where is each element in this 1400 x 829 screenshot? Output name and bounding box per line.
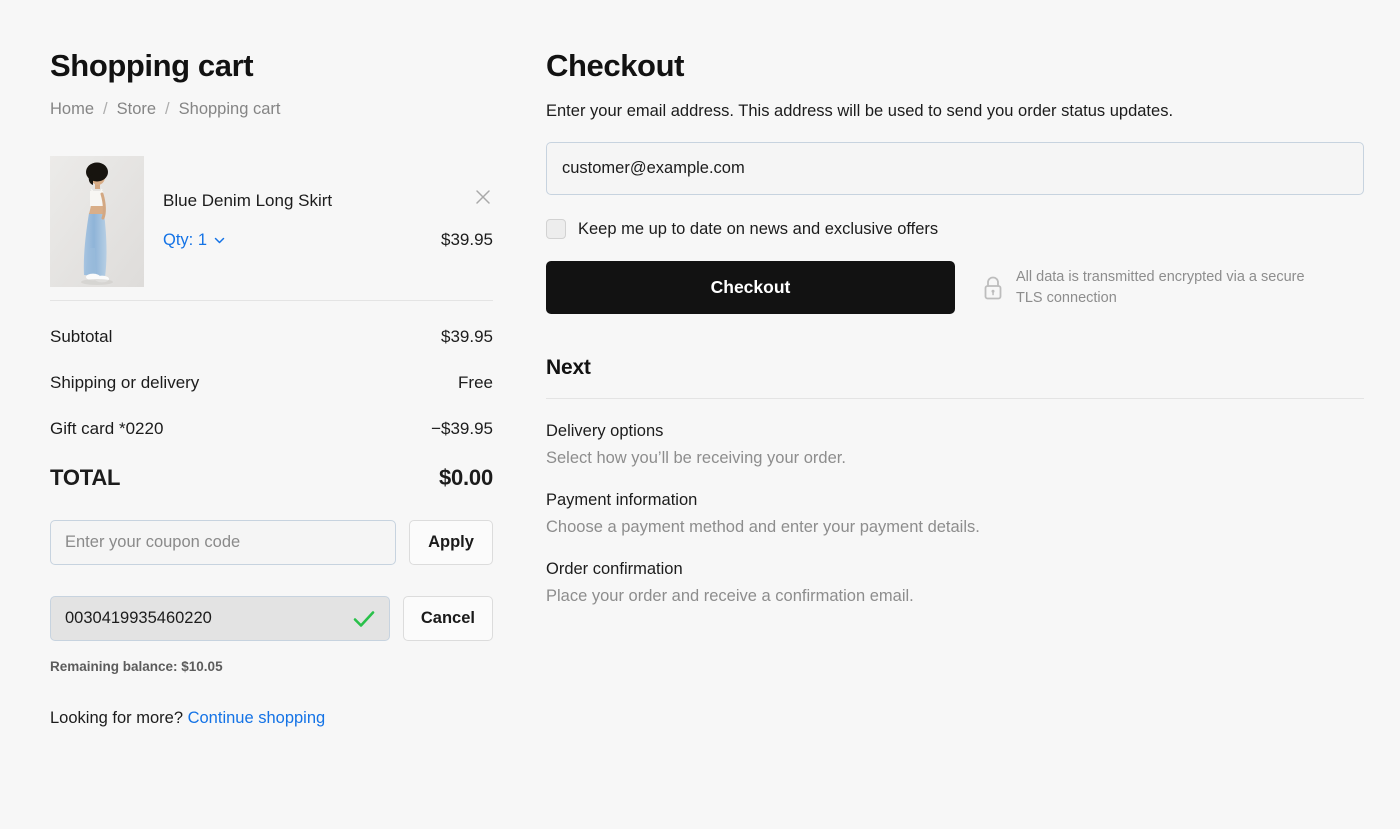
breadcrumb-item-store[interactable]: Store xyxy=(117,100,156,119)
checkout-description: Enter your email address. This address w… xyxy=(546,102,1174,121)
gift-card-field-wrapper xyxy=(50,596,390,642)
step-description: Select how you’ll be receiving your orde… xyxy=(546,449,846,468)
step-name: Delivery options xyxy=(546,422,664,441)
checkout-action-row: Checkout All data is transmitted encrypt… xyxy=(546,261,1364,315)
security-notice-text: All data is transmitted encrypted via a … xyxy=(1016,269,1305,306)
breadcrumb-separator: / xyxy=(103,100,108,119)
quantity-selector[interactable]: Qty: 1 xyxy=(163,231,226,250)
gift-card-form: Cancel xyxy=(50,596,493,642)
product-qty-price-row: Qty: 1 $39.95 xyxy=(163,230,493,250)
next-step-order-confirmation: Order confirmation Place your order and … xyxy=(546,560,1364,606)
breadcrumb-item-shopping-cart[interactable]: Shopping cart xyxy=(179,100,281,119)
step-name: Order confirmation xyxy=(546,560,683,579)
shopping-cart-panel: Shopping cart Home / Store / Shopping ca… xyxy=(50,47,493,728)
breadcrumb: Home / Store / Shopping cart xyxy=(50,100,493,119)
order-totals: Subtotal $39.95 Shipping or delivery Fre… xyxy=(50,327,493,491)
next-step-delivery-options: Delivery options Select how you’ll be re… xyxy=(546,422,1364,468)
total-value: Free xyxy=(458,373,493,393)
step-description: Place your order and receive a confirmat… xyxy=(546,587,914,606)
close-icon xyxy=(476,190,490,204)
checkout-page: Shopping cart Home / Store / Shopping ca… xyxy=(0,0,1400,829)
breadcrumb-item-home[interactable]: Home xyxy=(50,100,94,119)
cart-items-divider xyxy=(50,300,493,302)
grand-total-label: TOTAL xyxy=(50,465,121,491)
product-details: Blue Denim Long Skirt Qty: 1 $39.95 xyxy=(163,156,493,250)
email-field[interactable] xyxy=(546,142,1364,196)
total-label: Shipping or delivery xyxy=(50,373,200,393)
gift-card-balance-note: Remaining balance: $10.05 xyxy=(50,659,223,675)
security-notice: All data is transmitted encrypted via a … xyxy=(981,267,1316,308)
continue-shopping-row: Looking for more? Continue shopping xyxy=(50,709,493,728)
coupon-input[interactable] xyxy=(50,520,396,566)
cart-page-title: Shopping cart xyxy=(50,48,254,83)
next-section-title: Next xyxy=(546,356,591,380)
breadcrumb-separator: / xyxy=(165,100,170,119)
newsletter-checkbox[interactable] xyxy=(546,219,566,240)
newsletter-optin-row[interactable]: Keep me up to date on news and exclusive… xyxy=(546,219,1364,240)
total-label: Subtotal xyxy=(50,327,113,347)
total-row-gift-card: Gift card *0220 −$39.95 xyxy=(50,419,493,439)
checkout-button[interactable]: Checkout xyxy=(546,261,955,315)
product-name: Blue Denim Long Skirt xyxy=(163,191,333,211)
continue-shopping-link[interactable]: Continue shopping xyxy=(188,709,326,727)
checkout-title: Checkout xyxy=(546,48,685,83)
total-label: Gift card *0220 xyxy=(50,419,164,439)
total-row-shipping: Shipping or delivery Free xyxy=(50,373,493,393)
chevron-down-icon xyxy=(214,237,225,244)
checkout-panel: Checkout Enter your email address. This … xyxy=(546,47,1364,606)
newsletter-label: Keep me up to date on news and exclusive… xyxy=(578,219,939,238)
gift-card-input[interactable] xyxy=(50,596,390,642)
grand-total-value: $0.00 xyxy=(438,465,493,491)
cart-line-item: Blue Denim Long Skirt Qty: 1 $39.95 xyxy=(50,156,493,288)
continue-shopping-prompt: Looking for more? xyxy=(50,709,183,728)
coupon-form: Apply xyxy=(50,520,493,566)
total-row-grand-total: TOTAL $0.00 xyxy=(50,465,493,491)
product-photo xyxy=(50,156,144,288)
total-value: $39.95 xyxy=(441,327,493,347)
apply-coupon-button[interactable]: Apply xyxy=(409,520,493,566)
step-name: Payment information xyxy=(546,491,698,510)
remove-item-button[interactable] xyxy=(473,187,493,207)
lock-icon xyxy=(984,276,1002,300)
total-row-subtotal: Subtotal $39.95 xyxy=(50,327,493,347)
next-section-divider xyxy=(546,398,1364,400)
product-thumbnail[interactable] xyxy=(50,156,144,288)
product-price: $39.95 xyxy=(441,230,493,250)
cancel-gift-card-button[interactable]: Cancel xyxy=(402,596,493,642)
quantity-label: Qty: 1 xyxy=(163,230,208,249)
total-value: −$39.95 xyxy=(431,419,493,439)
next-step-payment-information: Payment information Choose a payment met… xyxy=(546,491,1364,537)
step-description: Choose a payment method and enter your p… xyxy=(546,518,980,537)
